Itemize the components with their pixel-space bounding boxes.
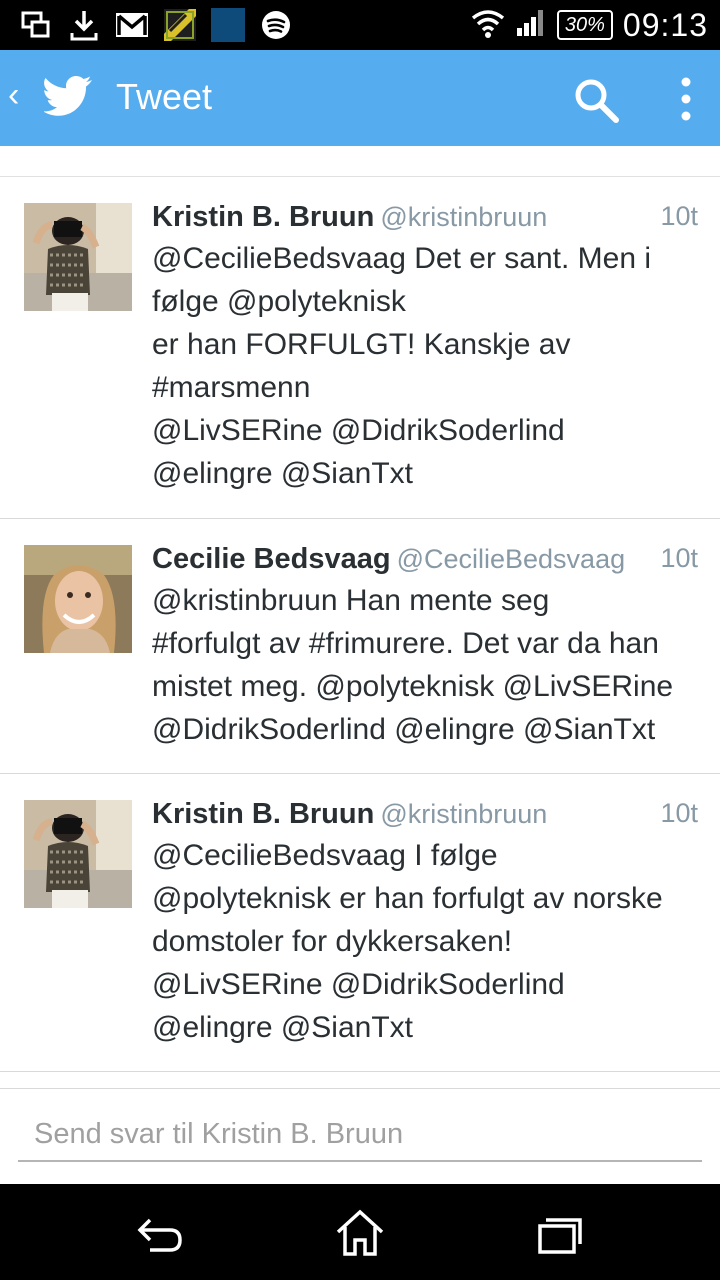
tweet-item[interactable]: Cecilie Bedsvaag @CecilieBedsvaag 10t @kr…: [0, 519, 720, 774]
battery-indicator: 30%: [556, 10, 613, 40]
tweet-text-line: @CecilieBedsvaag I følge: [152, 839, 498, 872]
tweet-text-line: #forfulgt av #frimurere. Det var da han: [152, 627, 659, 660]
tweet-item[interactable]: Kristin B. Bruun @kristinbruun 10t @Cecil…: [0, 774, 720, 1072]
tweet-timestamp: 10t: [660, 201, 698, 231]
divider: [0, 1088, 720, 1089]
tweet-text-line: @elingre @SianTxt: [152, 457, 414, 490]
gmail-icon: [114, 8, 150, 42]
tweet-header: Cecilie Bedsvaag @CecilieBedsvaag 10t: [152, 543, 698, 579]
xperia-lounge-icon: [210, 8, 246, 42]
reply-bar: [0, 1090, 720, 1184]
author-handle[interactable]: @kristinbruun: [380, 799, 547, 829]
tweet-header: Kristin B. Bruun @kristinbruun 10t: [152, 201, 698, 237]
navigation-bar: [0, 1184, 720, 1280]
overflow-menu-icon[interactable]: [668, 74, 704, 124]
tweet-text: @CecilieBedsvaag Det er sant. Men i følg…: [152, 237, 712, 495]
tweet-text-line: @LivSERine @DidrikSoderlind: [152, 968, 565, 1001]
screen-cast-icon: [18, 8, 54, 42]
avatar[interactable]: [24, 545, 132, 653]
up-navigation-chevron-icon[interactable]: ‹: [8, 76, 19, 115]
wifi-icon: [471, 8, 505, 43]
author-handle[interactable]: @CecilieBedsvaag: [397, 544, 626, 574]
tweet-text-line: mistet meg. @polyteknisk @LivSERine: [152, 670, 674, 703]
tweet-item[interactable]: Kristin B. Bruun @kristinbruun 10t @Cecil…: [0, 177, 720, 519]
twitter-bird-icon[interactable]: [44, 74, 94, 120]
tweet-header: Kristin B. Bruun @kristinbruun 10t: [152, 798, 698, 834]
avatar[interactable]: [24, 203, 132, 311]
status-bar: 30% 09:13: [0, 0, 720, 50]
tweet-text-line: @DidrikSoderlind @elingre @SianTxt: [152, 713, 656, 746]
tweet-text-line: @CecilieBedsvaag Det er sant. Men i: [152, 242, 652, 275]
author-name[interactable]: Kristin B. Bruun: [152, 798, 374, 830]
tweet-timestamp: 10t: [660, 798, 698, 828]
tweet-text-line: #marsmenn: [152, 371, 311, 404]
action-bar: ‹ Tweet: [0, 50, 720, 146]
reply-input[interactable]: [18, 1108, 702, 1162]
tweet-text-line: @polyteknisk er han forfulgt av norske: [152, 882, 663, 915]
tweet-text-line: følge @polyteknisk: [152, 285, 406, 318]
download-icon: [66, 8, 102, 42]
spotify-icon: [258, 8, 294, 42]
tweet-text-line: er han FORFULGT! Kanskje av: [152, 328, 571, 361]
page-title: Tweet: [116, 76, 213, 117]
tweet-text-line: @kristinbruun Han mente seg: [152, 584, 550, 617]
avatar[interactable]: [24, 800, 132, 908]
search-icon[interactable]: [572, 76, 620, 124]
system-status: 30% 09:13: [471, 6, 708, 44]
author-name[interactable]: Kristin B. Bruun: [152, 201, 374, 233]
home-icon[interactable]: [330, 1206, 390, 1260]
conversation-list[interactable]: Kristin B. Bruun @kristinbruun 10t @Cecil…: [0, 146, 720, 1089]
clock: 09:13: [622, 6, 708, 43]
tweet-text-line: @LivSERine @DidrikSoderlind: [152, 414, 565, 447]
tweet-text-line: @elingre @SianTxt: [152, 1011, 414, 1044]
author-name[interactable]: Cecilie Bedsvaag: [152, 543, 391, 575]
tweet-text-line: domstoler for dykkersaken!: [152, 925, 513, 958]
tweet-text: @CecilieBedsvaag I følge @polyteknisk er…: [152, 834, 718, 1049]
signal-icon: [515, 8, 547, 43]
author-handle[interactable]: @kristinbruun: [380, 202, 547, 232]
tweet-timestamp: 10t: [660, 543, 698, 573]
recent-apps-icon[interactable]: [530, 1206, 590, 1260]
back-icon[interactable]: [130, 1206, 190, 1260]
tweet-text: @kristinbruun Han mente seg #forfulgt av…: [152, 579, 718, 751]
notification-icons: [18, 8, 294, 42]
game-app-icon: [162, 8, 198, 42]
